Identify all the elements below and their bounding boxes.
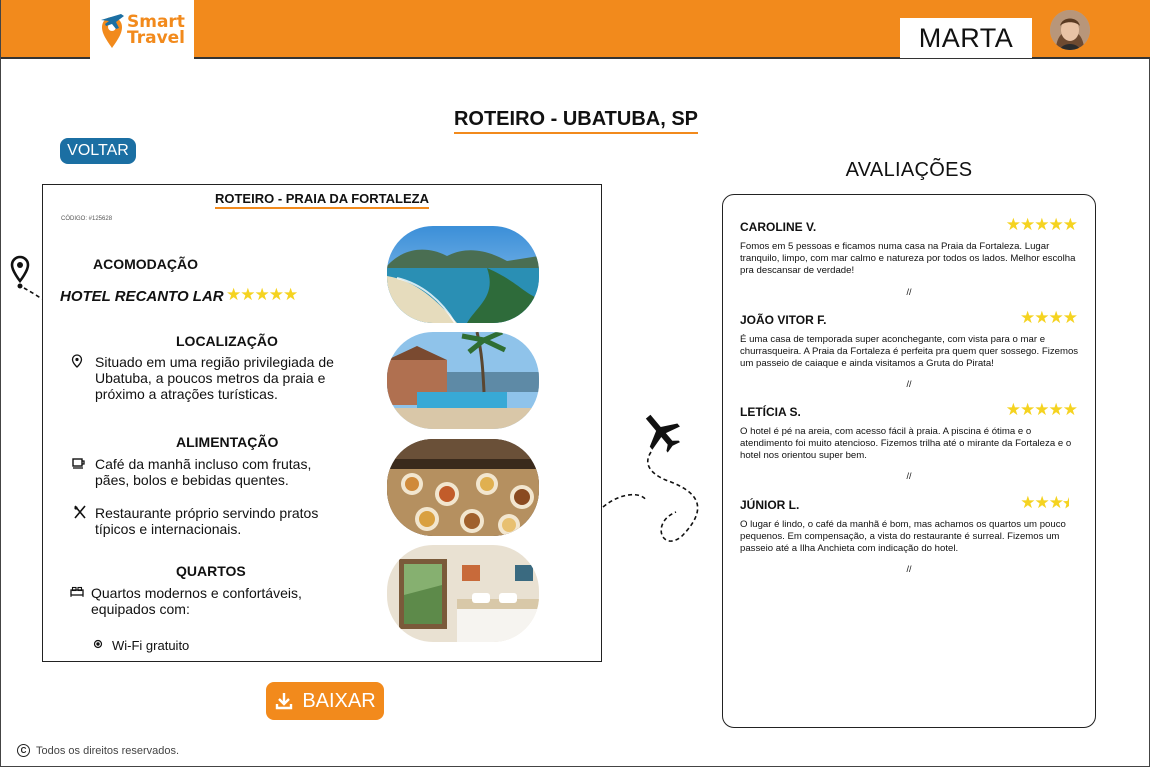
review-separator: // (906, 287, 912, 297)
review-rating-stars: ★★★★ (1020, 308, 1078, 327)
hotel-name[interactable]: HOTEL RECANTO LAR (60, 288, 224, 305)
back-button[interactable]: VOLTAR (60, 138, 136, 164)
review-author: JOÃO VITOR F. (740, 313, 827, 327)
amenity-item: Wi-Fi gratuito (112, 638, 190, 653)
itinerary-code: CÓDIGO: #125628 (61, 216, 113, 222)
plane-pin-logo-icon (100, 13, 124, 48)
review-separator: // (906, 379, 912, 389)
review-text: É uma casa de temporada super aconchegan… (740, 334, 1079, 369)
review-text: O hotel é pé na areia, com acesso fácil … (740, 426, 1072, 461)
user-photo-icon (1050, 10, 1090, 50)
download-button[interactable]: BAIXAR (266, 682, 384, 720)
beach-aerial-photo (387, 226, 539, 323)
accommodation-heading: ACOMODAÇÃO (93, 256, 198, 272)
top-bar: Smart Travel MARTA (1, 0, 1150, 59)
reviews-panel: CAROLINE V. ★★★★★ Fomos em 5 pessoas e f… (722, 194, 1096, 728)
avatar[interactable] (1050, 10, 1090, 50)
food-heading: ALIMENTAÇÃO (176, 434, 279, 450)
footer-text: Todos os direitos reservados. (36, 744, 180, 757)
reviews-title: AVALIAÇÕES (845, 159, 973, 181)
footer: C Todos os direitos reservados. (17, 744, 179, 757)
page-title: ROTEIRO - UBATUBA, SP (1, 108, 1150, 134)
review-text: Fomos em 5 pessoas e ficamos numa casa n… (740, 241, 1076, 276)
hotel-pool-photo (387, 332, 539, 429)
rooms-heading: QUARTOS (176, 563, 246, 579)
review-separator: // (906, 564, 912, 574)
breakfast-text: Café da manhã incluso com frutas, pães, … (95, 456, 312, 488)
map-pin-icon (71, 354, 85, 368)
itinerary-card: ROTEIRO - PRAIA DA FORTALEZA CÓDIGO: #12… (42, 184, 602, 662)
review-rating-stars: ★★★★★ (1005, 400, 1078, 419)
half-star-icon (1063, 496, 1075, 510)
smart-travel-logo[interactable]: Smart Travel (90, 0, 194, 59)
location-text: Situado em uma região privilegiada de Ub… (95, 354, 334, 402)
rooms-text: Quartos modernos e confortáveis, equipad… (91, 585, 302, 617)
copyright-icon: C (17, 744, 30, 757)
review-rating-stars: ★★★★★ (1005, 215, 1078, 234)
download-icon (276, 693, 293, 710)
location-heading: LOCALIZAÇÃO (176, 333, 278, 349)
airplane-route-icon (602, 414, 699, 542)
cutlery-icon (73, 505, 87, 519)
logo-word-travel: Travel (126, 27, 186, 48)
review-author: LETÍCIA S. (740, 405, 801, 419)
bed-icon (70, 586, 84, 597)
breakfast-buffet-photo (387, 439, 539, 536)
itinerary-title: ROTEIRO - PRAIA DA FORTALEZA (43, 191, 601, 209)
restaurant-text: Restaurante próprio servindo pratos típi… (95, 505, 319, 537)
review-text: O lugar é lindo, o café da manhã é bom, … (740, 519, 1066, 554)
review-rating-stars: ★★★ (1020, 493, 1064, 512)
coffee-cup-icon (72, 457, 86, 469)
review-author: JÚNIOR L. (740, 498, 800, 512)
user-name[interactable]: MARTA (900, 18, 1032, 58)
bullet-dot-icon (93, 639, 107, 649)
hotel-rating-stars: ★★★★★ (226, 285, 298, 304)
download-label: BAIXAR (302, 689, 376, 712)
hotel-room-photo (387, 545, 539, 642)
review-separator: // (906, 471, 912, 481)
review-author: CAROLINE V. (740, 220, 817, 234)
